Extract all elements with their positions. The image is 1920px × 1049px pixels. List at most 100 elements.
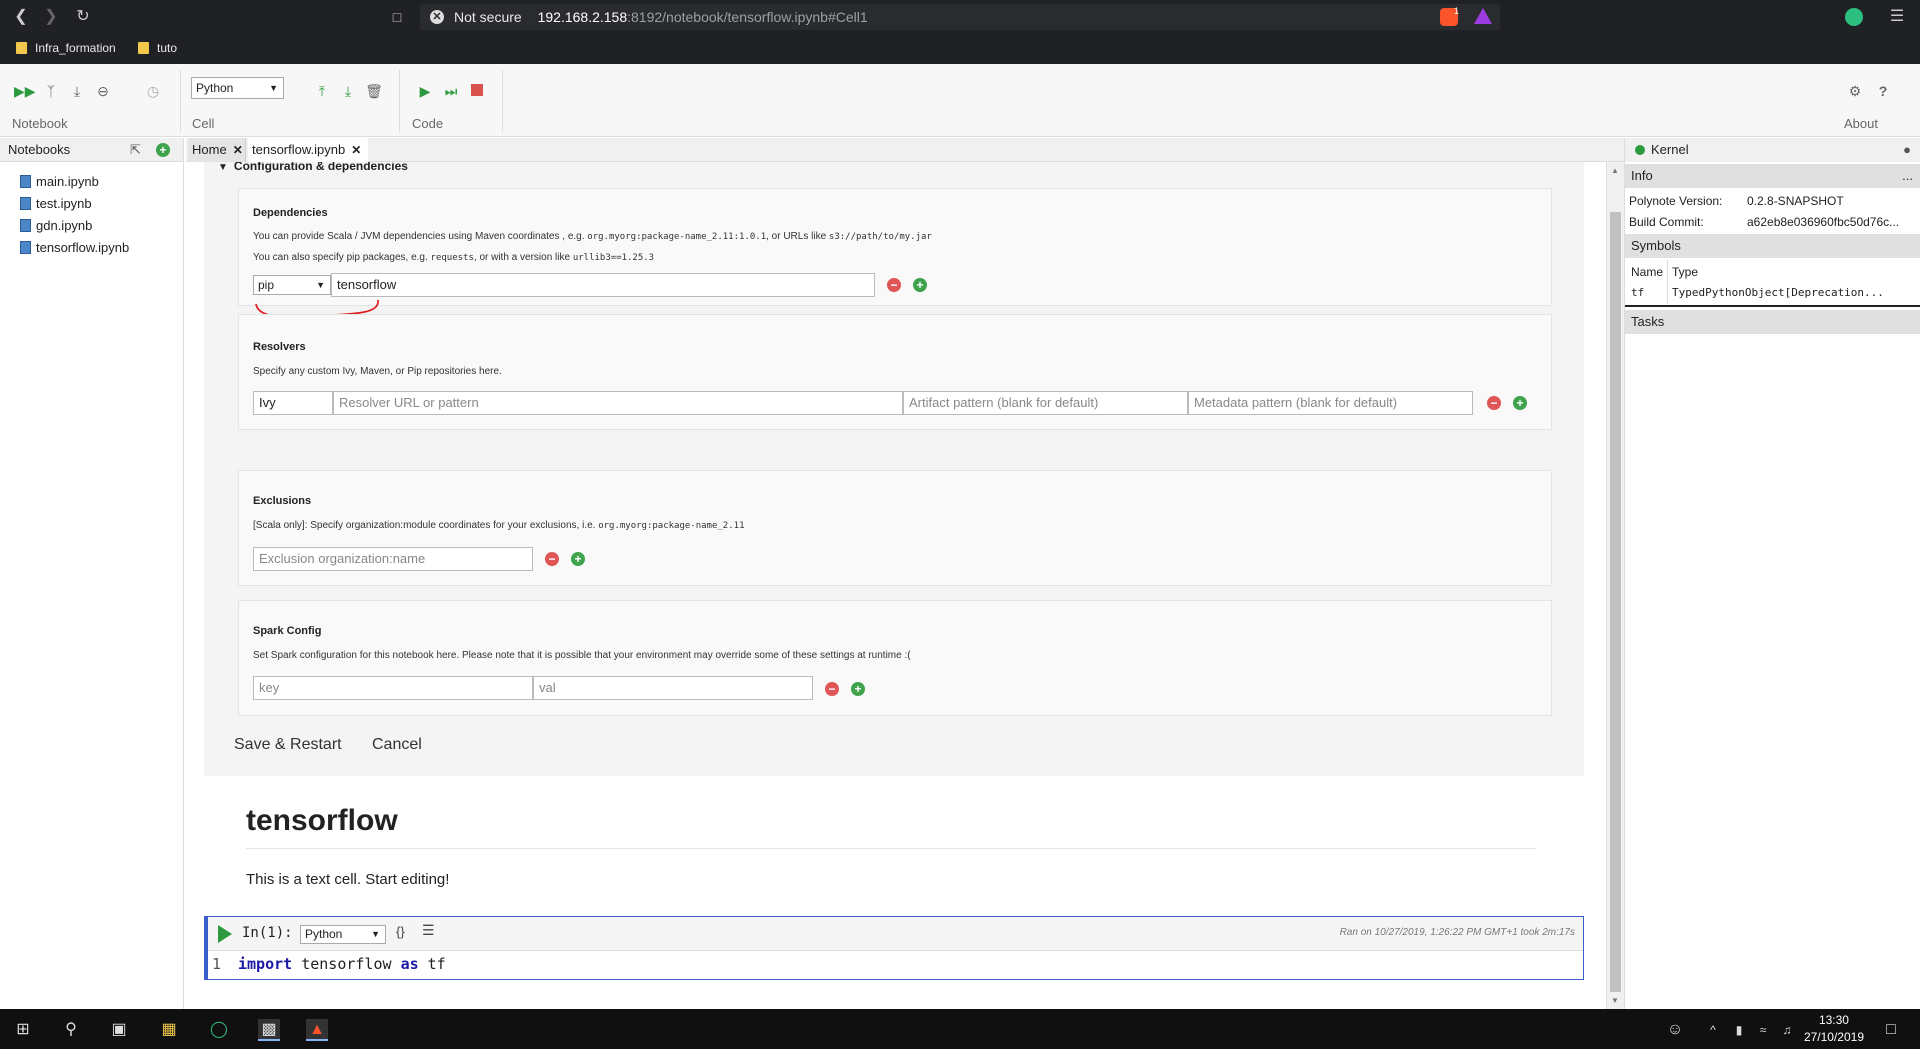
symbol-type[interactable]: TypedPythonObject[Deprecation... (1672, 286, 1884, 299)
text-cell-heading[interactable]: tensorflow (246, 804, 398, 838)
import-notebook-icon[interactable]: ⇱ (130, 138, 141, 162)
notebooks-panel: Notebooks ⇱ + main.ipynb test.ipynb gdn.… (0, 138, 184, 1009)
menu-icon[interactable]: ☰ (1886, 6, 1908, 28)
add-spark-config-icon[interactable]: + (851, 682, 865, 696)
bookmark-infra-formation[interactable]: Infra_formation (16, 41, 116, 55)
tab-home[interactable]: Home ✕ (188, 138, 246, 162)
exclusion-input[interactable]: Exclusion organization:name (253, 547, 533, 571)
braces-icon[interactable]: {} (396, 924, 405, 939)
app-icon[interactable]: ◯ (208, 1019, 230, 1041)
search-icon[interactable]: ⚲ (60, 1019, 82, 1041)
polynote-version-label: Polynote Version: (1629, 194, 1723, 208)
code-editor[interactable]: import tensorflow as tf (238, 955, 446, 973)
kernel-header[interactable]: Kernel ● (1625, 138, 1920, 162)
config-panel: ▼ Configuration & dependencies Dependenci… (204, 162, 1584, 776)
volume-icon[interactable]: ♫ (1776, 1019, 1798, 1041)
wifi-icon[interactable]: ≈ (1752, 1019, 1774, 1041)
file-explorer-icon[interactable]: ▦ (158, 1019, 180, 1041)
battery-icon[interactable]: ▮ (1728, 1019, 1750, 1041)
spark-val-input[interactable]: val (533, 676, 813, 700)
spark-key-input[interactable]: key (253, 676, 533, 700)
branch-icon[interactable]: ᛉ (42, 82, 60, 100)
main-scrollbar[interactable]: ▲ ▼ (1606, 162, 1624, 1009)
windows-start-icon[interactable]: ⊞ (12, 1019, 34, 1041)
brave-browser-icon[interactable]: ▲ (306, 1019, 328, 1041)
bookmark-tuto[interactable]: tuto (138, 41, 177, 55)
artifact-pattern-input[interactable]: Artifact pattern (blank for default) (903, 391, 1188, 415)
clear-output-icon[interactable]: ⊖ (94, 82, 112, 100)
code-cell[interactable]: In(1): Python ▼ {} ☰ Ran on 10/27/2019, 1… (204, 916, 1584, 980)
text-cell-body[interactable]: This is a text cell. Start editing! (246, 871, 449, 888)
back-icon[interactable]: ❮ (10, 6, 32, 28)
notebook-item[interactable]: test.ipynb (20, 196, 92, 211)
list-icon[interactable]: ☰ (422, 922, 435, 939)
remove-exclusion-icon[interactable]: − (545, 552, 559, 566)
bookmark-icon[interactable]: □ (386, 6, 408, 28)
forward-icon[interactable]: ❯ (40, 6, 62, 28)
close-icon[interactable]: ✕ (351, 143, 361, 157)
url-path: :8192/notebook/tensorflow.ipynb#Cell1 (627, 9, 868, 25)
notebook-file-icon (20, 197, 31, 210)
task-view-icon[interactable]: ▣ (108, 1019, 130, 1041)
clock-time: 13:30 (1818, 1013, 1849, 1027)
dependency-type-select[interactable]: pip ▼ (253, 275, 331, 295)
add-resolver-icon[interactable]: + (1513, 396, 1527, 410)
stop-icon[interactable] (468, 82, 486, 100)
terminal-icon[interactable]: ▩ (258, 1019, 280, 1041)
reload-icon[interactable]: ↻ (72, 6, 94, 28)
toolbar-divider (180, 70, 181, 132)
remove-resolver-icon[interactable]: − (1487, 396, 1501, 410)
scroll-down-icon[interactable]: ▼ (1611, 996, 1619, 1005)
column-divider (1667, 260, 1668, 304)
address-bar[interactable]: ✕ Not secure 192.168.2.158:8192/notebook… (420, 4, 1500, 30)
chat-icon[interactable]: ● (1903, 138, 1911, 162)
tasks-header[interactable]: Tasks (1625, 310, 1920, 334)
scroll-thumb[interactable] (1610, 212, 1621, 992)
remove-spark-config-icon[interactable]: − (825, 682, 839, 696)
cell-language-select[interactable]: Python ▼ (191, 77, 284, 99)
new-notebook-icon[interactable]: + (156, 143, 170, 157)
cancel-button[interactable]: Cancel (372, 736, 422, 754)
download-icon[interactable]: ⤓ (68, 82, 86, 100)
scroll-up-icon[interactable]: ▲ (1611, 166, 1619, 175)
symbol-name[interactable]: tf (1631, 286, 1644, 299)
settings-icon[interactable]: ⚙ (1846, 82, 1864, 100)
run-cell-button[interactable] (218, 925, 232, 943)
metadata-pattern-input[interactable]: Metadata pattern (blank for default) (1188, 391, 1473, 415)
add-exclusion-icon[interactable]: + (571, 552, 585, 566)
insert-above-icon[interactable]: ⤒ (313, 82, 331, 100)
tab-tensorflow[interactable]: tensorflow.ipynb ✕ (248, 138, 368, 162)
notebook-item[interactable]: gdn.ipynb (20, 218, 92, 233)
chevron-up-icon[interactable]: ^ (1702, 1019, 1724, 1041)
info-header[interactable]: Info ... (1625, 164, 1920, 188)
save-restart-button[interactable]: Save & Restart (234, 736, 342, 754)
brave-rewards-icon[interactable] (1474, 8, 1492, 24)
run-cell-icon[interactable]: ▶ (416, 82, 434, 100)
notifications-icon[interactable]: □ (1880, 1019, 1902, 1041)
run-to-cursor-icon[interactable]: ⏭ (442, 82, 460, 100)
dependency-input[interactable]: tensorflow (331, 273, 875, 297)
resolver-url-input[interactable]: Resolver URL or pattern (333, 391, 903, 415)
history-icon[interactable]: ◷ (144, 82, 162, 100)
run-info: Ran on 10/27/2019, 1:26:22 PM GMT+1 took… (1339, 927, 1575, 938)
people-icon[interactable]: ☺ (1664, 1019, 1686, 1041)
resolver-type-select[interactable]: Ivy (253, 391, 333, 415)
config-header[interactable]: ▼ Configuration & dependencies (218, 162, 408, 173)
brave-badge: 1 (1454, 6, 1460, 16)
notebook-item[interactable]: main.ipynb (20, 174, 99, 189)
spark-config-desc: Set Spark configuration for this noteboo… (253, 650, 911, 661)
add-dependency-icon[interactable]: + (913, 278, 927, 292)
delete-cell-icon[interactable]: 🗑 (365, 82, 383, 100)
close-icon[interactable]: ✕ (233, 143, 243, 157)
cell-language-select[interactable]: Python ▼ (300, 925, 386, 944)
bookmarks-bar: Infra_formation tuto (0, 34, 1920, 64)
symbols-header[interactable]: Symbols (1625, 234, 1920, 258)
run-all-icon[interactable]: ▶▶ (14, 82, 36, 100)
more-icon[interactable]: ... (1902, 164, 1913, 188)
remove-dependency-icon[interactable]: − (887, 278, 901, 292)
system-clock[interactable]: 13:30 27/10/2019 (1804, 1012, 1864, 1046)
notebook-item[interactable]: tensorflow.ipynb (20, 240, 129, 255)
extension-icon[interactable] (1845, 8, 1863, 26)
insert-below-icon[interactable]: ⤓ (339, 82, 357, 100)
help-icon[interactable]: ? (1874, 82, 1892, 100)
